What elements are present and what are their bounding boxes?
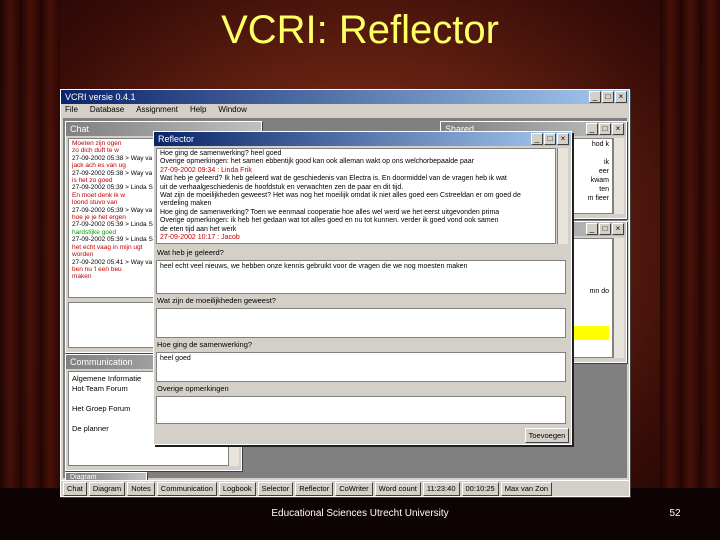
reflector-window: Reflector _ □ × Hoe ging de samenwerking…: [153, 131, 572, 445]
reflector-entry: Hoe ging de samenwerking? Toen we eenmaa…: [160, 208, 500, 216]
menu-database[interactable]: Database: [90, 104, 124, 116]
reflector-title: Reflector: [158, 134, 195, 144]
menu-window[interactable]: Window: [218, 104, 246, 116]
menu-bar: File Database Assignment Help Window: [61, 104, 629, 116]
question-learned-input[interactable]: heel echt veel nieuws, we hebben onze ke…: [156, 260, 566, 294]
communication-title: Communication: [70, 357, 133, 367]
menu-help[interactable]: Help: [190, 104, 206, 116]
taskbar-diagram[interactable]: Diagram: [88, 482, 126, 496]
taskbar-notes[interactable]: Notes: [127, 482, 155, 496]
reflector-entry: Hoe ging de samenwerking? heel goed: [160, 150, 282, 157]
curtain-left: [0, 0, 60, 540]
second-right-close-button[interactable]: ×: [612, 223, 624, 235]
taskbar-clock: 11:23:40: [422, 482, 460, 496]
reflector-entry: Wat heb je geleerd? Ik heb geleerd wat d…: [160, 175, 507, 183]
question-difficulties-label: Wat zijn de moeilijkheden geweest?: [157, 296, 276, 305]
question-learned-label: Wat heb je geleerd?: [157, 248, 224, 257]
minimize-button[interactable]: _: [589, 91, 601, 103]
menu-file[interactable]: File: [65, 104, 78, 116]
shared-maximize-button[interactable]: □: [599, 123, 611, 135]
reflector-entry: Overige opmerkingen: ik heb het gedaan w…: [160, 217, 499, 225]
second-right-scrollbar[interactable]: [613, 238, 624, 358]
taskbar-user: Max van Zon: [500, 482, 553, 496]
reflector-log[interactable]: Hoe ging de samenwerking? heel goed Overi…: [156, 148, 556, 244]
taskbar-communication[interactable]: Communication: [156, 482, 217, 496]
second-right-minimize-button[interactable]: _: [586, 223, 598, 235]
app-titlebar[interactable]: VCRI versie 0.4.1 _ □ ×: [61, 90, 629, 104]
taskbar-cowriter[interactable]: CoWriter: [335, 482, 373, 496]
second-right-maximize-button[interactable]: □: [599, 223, 611, 235]
reflector-entry: de eten tijd aan het werk: [160, 225, 237, 233]
reflector-maximize-button[interactable]: □: [544, 133, 556, 145]
reflector-titlebar[interactable]: Reflector _ □ ×: [154, 132, 571, 146]
menu-assignment[interactable]: Assignment: [136, 104, 178, 116]
reflector-log-scrollbar[interactable]: [557, 148, 568, 244]
slide-title: VCRI: Reflector: [221, 8, 499, 52]
taskbar-word-count[interactable]: Word count: [374, 482, 421, 496]
add-button[interactable]: Toevoegen: [525, 428, 569, 443]
question-remarks-label: Overige opmerkingen: [157, 384, 229, 393]
page-number: 52: [669, 508, 681, 519]
reflector-entry: 27-09-2002 10:17 : Jacob: [160, 234, 240, 242]
taskbar-logbook[interactable]: Logbook: [218, 482, 256, 496]
reflector-entry: Wat zijn de moeilijkheden geweest? Het w…: [160, 192, 521, 200]
reflector-minimize-button[interactable]: _: [531, 133, 543, 145]
app-title: VCRI versie 0.4.1: [65, 92, 136, 102]
taskbar-session-time: 00:10:25: [461, 482, 499, 496]
taskbar-selector[interactable]: Selector: [257, 482, 294, 496]
shared-minimize-button[interactable]: _: [586, 123, 598, 135]
close-button[interactable]: ×: [615, 91, 627, 103]
reflector-entry: verdeling maken: [160, 200, 212, 208]
question-difficulties-input[interactable]: [156, 308, 566, 338]
shared-scrollbar[interactable]: [613, 138, 624, 214]
maximize-button[interactable]: □: [602, 91, 614, 103]
footer-institution: Educational Sciences Utrecht University: [271, 508, 449, 519]
taskbar-chat[interactable]: Chat: [63, 482, 87, 496]
window-taskbar: Chat Diagram Notes Communication Logbook…: [61, 480, 629, 496]
reflector-close-button[interactable]: ×: [557, 133, 569, 145]
question-remarks-input[interactable]: [156, 396, 566, 424]
chat-title: Chat: [70, 124, 90, 134]
reflector-entry: uit de verhaalgeschiedenis de hoofdstuk …: [160, 183, 404, 191]
reflector-entry: 27-09-2002 09:34 : Linda Frik: [160, 166, 252, 174]
curtain-right: [660, 0, 720, 540]
question-collaboration-input[interactable]: heel goed: [156, 352, 566, 382]
shared-close-button[interactable]: ×: [612, 123, 624, 135]
question-collaboration-label: Hoe ging de samenwerking?: [157, 340, 253, 349]
reflector-entry: Overige opmerkingen: het samen ebbentijk…: [160, 158, 475, 166]
taskbar-reflector[interactable]: Reflector: [295, 482, 334, 496]
